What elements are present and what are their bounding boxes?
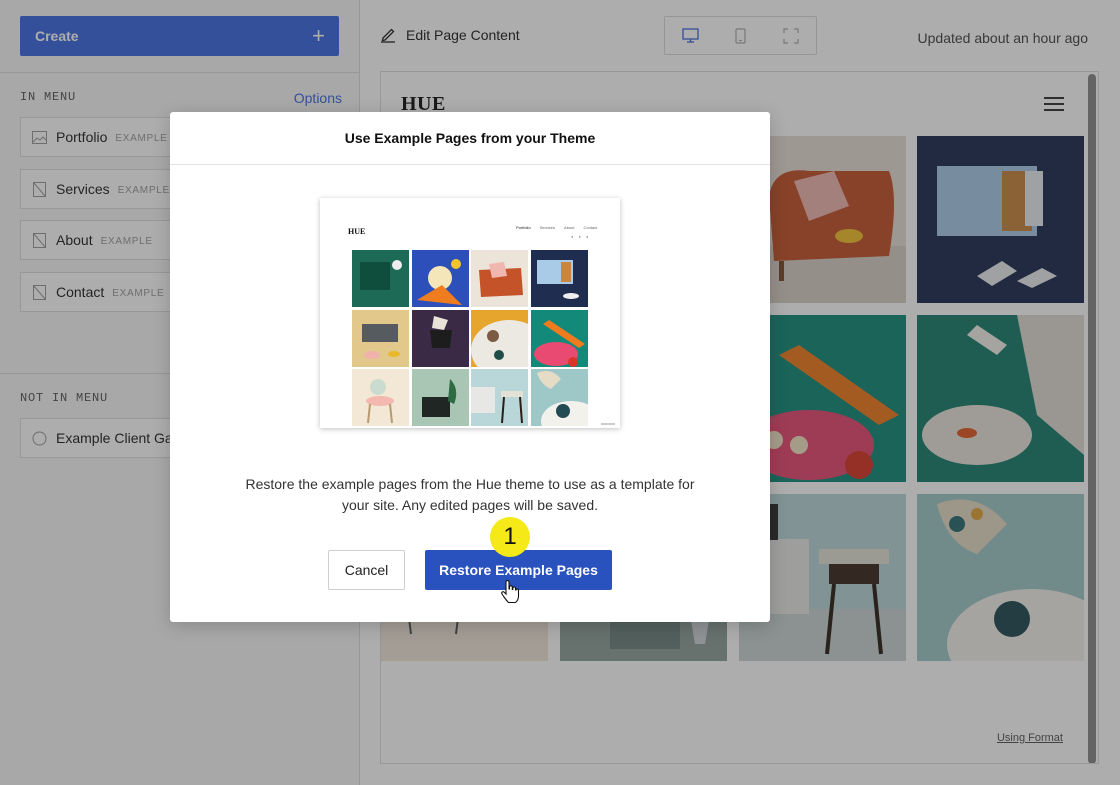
dialog-description: Restore the example pages from the Hue t… [245, 476, 695, 513]
cancel-button[interactable]: Cancel [328, 550, 405, 590]
thumbnail-image [412, 310, 469, 367]
thumbnail-nav-item: Services [539, 225, 556, 230]
step-number-badge: 1 [490, 517, 530, 557]
thumbnail-image [352, 310, 409, 367]
thumbnail-image [471, 310, 528, 367]
thumbnail-image [531, 250, 588, 307]
thumbnail-nav-item: Contact [583, 225, 598, 230]
thumbnail-image [412, 250, 469, 307]
thumbnail-nav-item: Portfolio [516, 225, 531, 230]
thumbnail-image [531, 310, 588, 367]
example-pages-dialog: Use Example Pages from your Theme HUE Po… [170, 112, 770, 622]
thumbnail-image [352, 250, 409, 307]
thumbnail-logo: HUE [348, 227, 366, 236]
thumbnail-image [352, 369, 409, 426]
dialog-title: Use Example Pages from your Theme [170, 112, 770, 165]
thumbnail-image [412, 369, 469, 426]
thumbnail-image [471, 250, 528, 307]
theme-thumbnail: HUE Portfolio Services About Contact ● ●… [320, 198, 620, 428]
social-icons: ● ● ● [571, 234, 591, 239]
thumbnail-nav: Portfolio Services About Contact [516, 225, 597, 230]
thumbnail-image [471, 369, 528, 426]
thumbnail-nav-item: About [564, 225, 575, 230]
thumbnail-image [531, 369, 588, 426]
hand-cursor-icon [501, 580, 520, 604]
